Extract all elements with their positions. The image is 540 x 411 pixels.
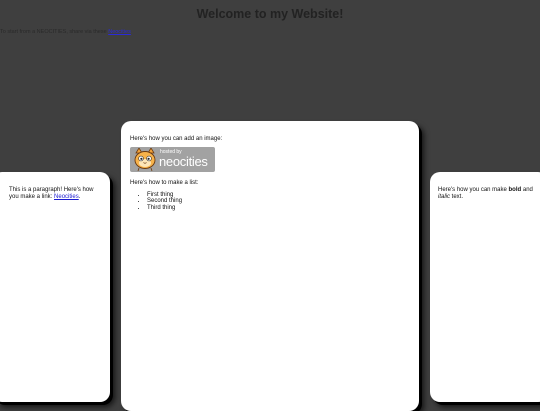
formatting-text-end: text. [450,194,464,200]
formatting-paragraph: Here's how you can make bold and italic … [438,187,540,201]
link-paragraph-text: This is a paragraph! Here's how you make… [9,187,94,200]
formatting-text: Here's how you can make [438,187,509,193]
neocities-cat-icon [134,148,156,171]
italic-text: italic [438,194,451,200]
hosted-by-neocities-badge[interactable]: hosted by neocities [130,147,215,172]
left-panel: This is a paragraph! Here's how you make… [0,172,110,402]
formatting-text-between: and [521,187,533,193]
link-paragraph: This is a paragraph! Here's how you make… [9,187,100,201]
badge-brand-text: neocities [159,154,208,169]
intro-link[interactable]: Neocities [108,29,131,35]
list-caption: Here's how to make a list: [130,180,199,186]
image-caption: Here's how you can add an image: [130,136,223,142]
intro-label: To start from a NEOCITIES, share via the… [0,29,107,35]
right-panel: Here's how you can make bold and italic … [430,172,540,402]
neocities-link[interactable]: Neocities [54,194,79,200]
page-title: Welcome to my Website! [196,7,344,21]
example-list: First thing Second thing Third thing [130,192,410,211]
center-panel: Here's how you can add an image: hosted … [121,121,419,411]
bold-text: bold [508,187,522,193]
list-item: Third thing [147,205,410,211]
intro-text: To start from a NEOCITIES, share via the… [0,29,131,35]
link-paragraph-end: . [78,194,81,200]
